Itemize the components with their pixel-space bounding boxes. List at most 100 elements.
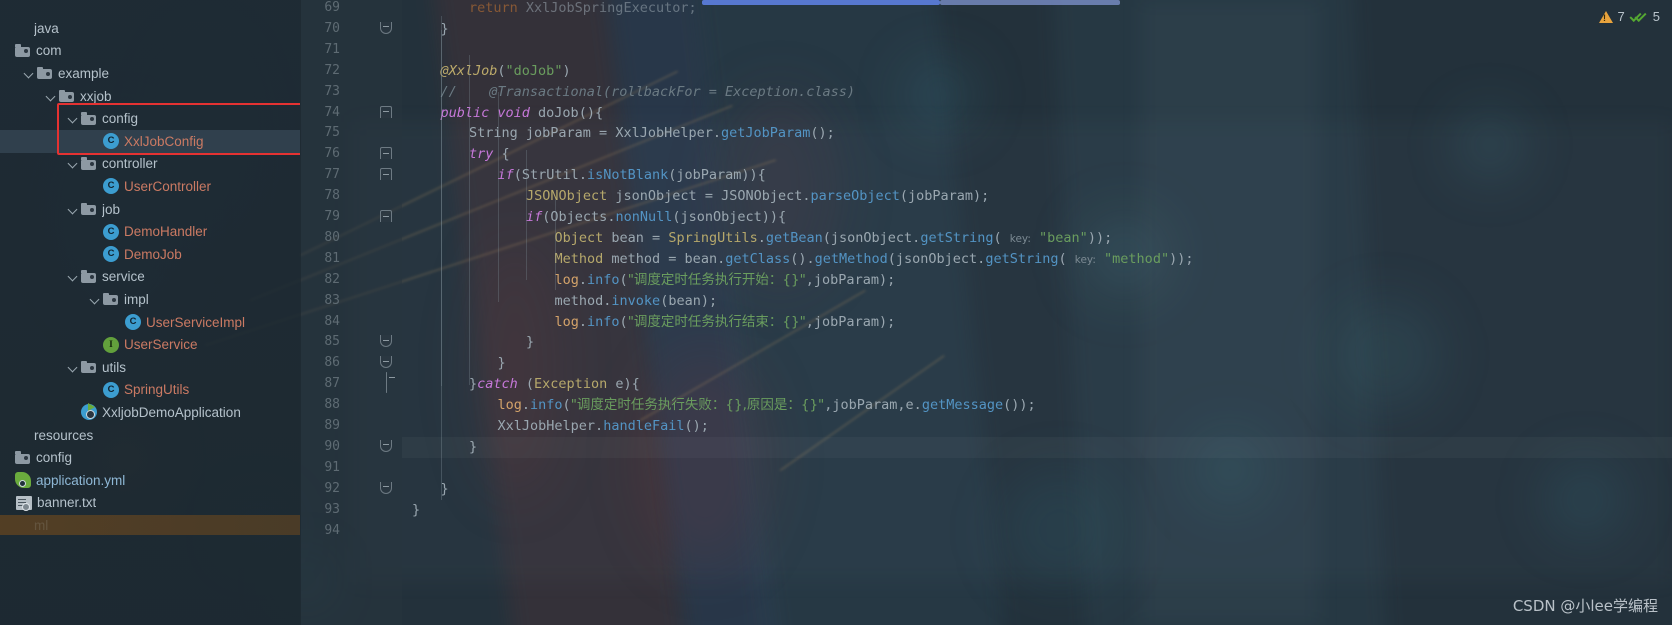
indent-guide [440,30,442,500]
code-line[interactable]: method.invoke(bean); [412,291,718,312]
line-number: 86 [324,355,340,371]
code-line[interactable]: XxlJobHelper.handleFail(); [412,416,709,437]
code-line[interactable]: }catch (Exception e){ [412,374,640,395]
folder-icon [15,43,31,59]
tree-item-service[interactable]: service [0,266,300,289]
indent-guide [526,150,527,280]
line-number: 90 [324,438,340,454]
tree-item-utils[interactable]: utils [0,356,300,379]
code-line[interactable]: Method method = bean.getClass().getMetho… [412,249,1194,271]
tree-item-demohandler[interactable]: DemoHandler [0,220,300,243]
tree-item-com[interactable]: com [0,40,300,63]
tree-item-config[interactable]: config [0,446,300,469]
code-token: method = bean. [603,250,726,267]
code-token: (bean); [660,292,718,309]
folder-icon [103,291,119,307]
code-content[interactable]: return XxlJobSpringExecutor;} @XxlJob("do… [402,0,1672,625]
tree-item-config[interactable]: config [0,107,300,130]
tree-item-resources[interactable]: resources [0,424,300,447]
ide-window: java com example xxjob config XxlJobConfig con… [0,0,1672,625]
chevron-down-icon[interactable] [68,271,79,282]
code-fold-handle[interactable] [380,335,392,348]
code-fold-handle[interactable] [380,439,392,452]
code-line[interactable]: log.info("调度定时任务执行开始：{}",jobParam); [412,270,896,291]
code-token: Method [554,250,604,267]
chevron-down-icon[interactable] [68,362,79,373]
chevron-down-icon[interactable] [90,294,101,305]
tree-item-java[interactable]: java [0,17,300,40]
tree-item-label: DemoHandler [124,224,208,240]
line-number: 75 [324,125,340,141]
line-number: 88 [324,397,340,413]
code-token: "调度定时任务执行失败：{},原因是：{}" [570,397,825,414]
code-line[interactable]: } [412,332,534,353]
project-tree-sidebar[interactable]: java com example xxjob config XxlJobConfig con… [0,0,300,625]
code-fold-handle[interactable] [380,105,392,118]
code-token: // @Transactional(rollbackFor = Exceptio… [440,83,856,100]
tree-item-xxljobdemoapplication[interactable]: XxljobDemoApplication [0,401,300,424]
code-line[interactable]: @XxlJob("doJob") [412,61,571,82]
code-line[interactable]: log.info("调度定时任务执行失败：{},原因是：{}",jobParam… [412,395,1036,416]
line-number: 80 [324,229,340,245]
code-token: key: [1074,253,1096,266]
line-number-gutter[interactable]: 69 70 71 72 73 74 75 76 77 78 79 80 81 82 83 84 85 86 87 88… [300,0,402,625]
line-number: 71 [324,41,340,57]
tree-item-label: banner.txt [37,495,97,511]
code-editor[interactable]: 69 70 71 72 73 74 75 76 77 78 79 80 81 82 83 84 85 86 87 88… [300,0,1672,625]
code-fold-handle[interactable] [380,168,392,181]
tree-item-userserviceimpl[interactable]: UserServiceImpl [0,311,300,334]
tree-item-controller[interactable]: controller [0,153,300,176]
code-token: . [712,125,722,142]
tree-item-impl[interactable]: impl [0,288,300,311]
indent-guide [469,55,470,385]
inspection-status-bar[interactable]: 7 5 [1598,9,1660,24]
code-line[interactable]: } [412,500,420,521]
code-line[interactable]: log.info("调度定时任务执行结束：{}",jobParam); [412,312,896,333]
tree-item-banner-txt[interactable]: banner.txt [0,492,300,515]
code-line[interactable]: if(StrUtil.isNotBlank(jobParam)){ [412,165,766,186]
tree-item-application-yml[interactable]: application.yml [0,469,300,492]
chevron-down-icon[interactable] [68,204,79,215]
chevron-down-icon[interactable] [46,91,57,102]
code-token: ,jobParam); [805,313,896,330]
code-fold-handle[interactable] [380,210,392,222]
tree-item-xxljobconfig[interactable]: XxlJobConfig [0,130,300,153]
tree-item-userservice[interactable]: UserService [0,333,300,356]
tree-item-usercontroller[interactable]: UserController [0,175,300,198]
line-number: 82 [324,271,340,287]
interface-icon [103,336,119,353]
chevron-down-icon[interactable] [68,113,79,124]
code-line[interactable]: String jobParam = XxlJobHelper.getJobPar… [412,123,835,144]
code-fold-handle[interactable] [380,147,392,160]
tree-item-springutils[interactable]: SpringUtils [0,379,300,402]
code-token: if [526,209,543,225]
chevron-down-icon[interactable] [24,68,35,79]
code-token: getMethod [814,250,888,267]
code-token: JSONObject [721,188,803,205]
tree-item-job[interactable]: job [0,198,300,221]
tree-item-xxjob[interactable]: xxjob [0,85,300,108]
code-token: )); [1087,229,1113,246]
code-fold-handle[interactable] [385,372,395,394]
code-line[interactable]: return XxlJobSpringExecutor; [412,0,697,19]
code-line[interactable]: } [412,479,449,500]
tree-item-demojob[interactable]: DemoJob [0,243,300,266]
code-line[interactable]: // @Transactional(rollbackFor = Exceptio… [412,82,856,103]
code-token: log [554,271,579,288]
code-line[interactable]: } [412,353,506,374]
tree-item-example[interactable]: example [0,62,300,85]
code-line[interactable]: Object bean = SpringUtils.getBean(jsonOb… [412,228,1113,250]
code-token: "doJob" [505,62,563,79]
chevron-down-icon[interactable] [68,158,79,169]
code-line[interactable]: try { [412,144,510,165]
code-line[interactable]: JSONObject jsonObject = JSONObject.parse… [412,186,989,207]
code-fold-handle[interactable] [380,481,392,494]
code-fold-handle[interactable] [380,356,392,369]
code-line[interactable]: } [412,19,449,40]
code-fold-handle[interactable] [380,21,392,34]
